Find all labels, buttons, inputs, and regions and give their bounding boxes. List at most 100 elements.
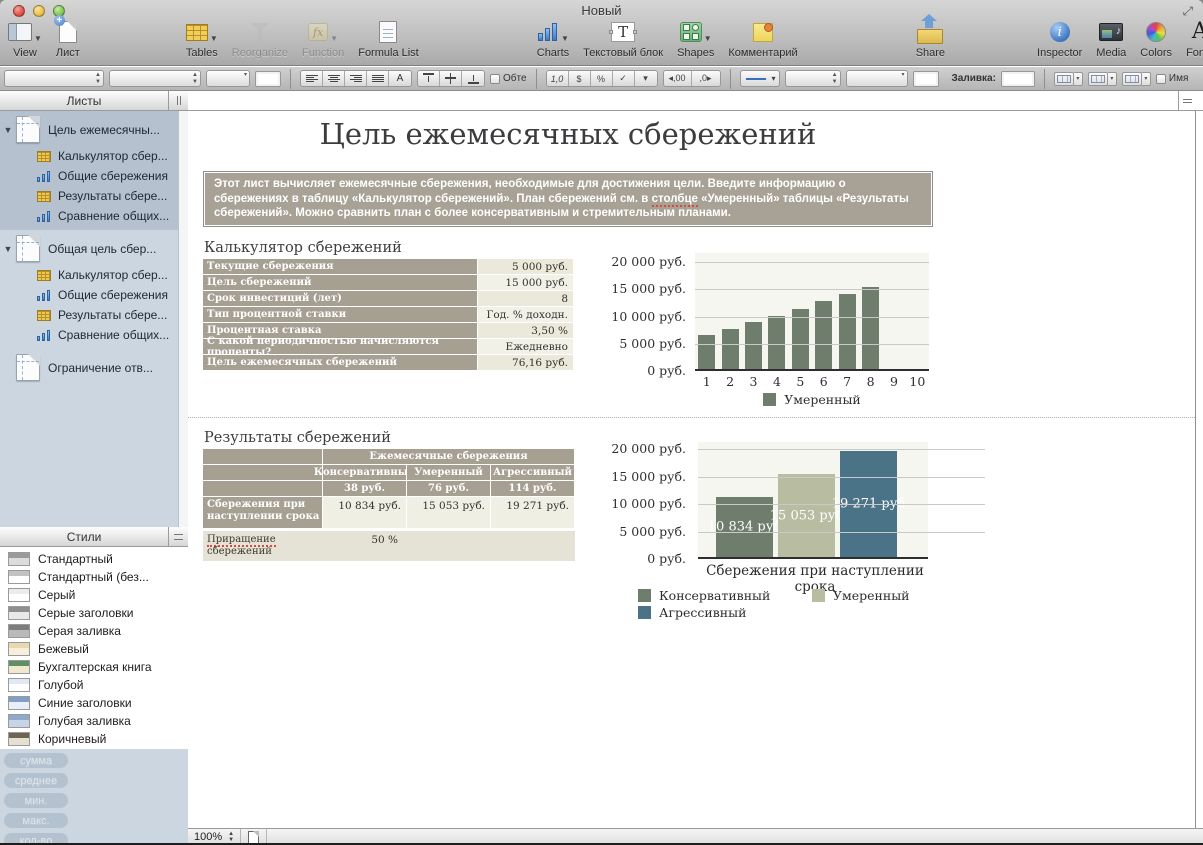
sheet-child-row[interactable]: Сравнение общих... bbox=[0, 206, 178, 226]
style-item[interactable]: Коричневый bbox=[0, 730, 188, 748]
tables-button[interactable]: ▼Tables bbox=[186, 18, 218, 59]
align-justify-icon[interactable] bbox=[367, 71, 389, 86]
align-left-icon[interactable] bbox=[301, 71, 323, 86]
row-header-cell[interactable]: Текущие сбережения bbox=[203, 259, 477, 274]
document-title[interactable]: Цель ежемесячных сбережений bbox=[203, 117, 933, 151]
sheet-child-row[interactable]: Результаты сбере... bbox=[0, 305, 178, 325]
valign-segment[interactable] bbox=[417, 70, 485, 87]
header-columns-icon[interactable] bbox=[1054, 72, 1074, 86]
number-format-segment[interactable]: 1,0$%✓▾ bbox=[546, 70, 658, 87]
value-cell[interactable]: Год. % доходн. bbox=[478, 307, 573, 322]
style-item[interactable]: Стандартный bbox=[0, 550, 188, 568]
bar[interactable] bbox=[862, 287, 879, 369]
bar[interactable] bbox=[792, 309, 809, 369]
sheet-canvas[interactable]: Цель ежемесячных сбережений Этот лист вы… bbox=[188, 111, 1203, 828]
calc-table[interactable]: Текущие сбережения5 000 руб.Цель сбереже… bbox=[203, 259, 573, 371]
maturity-value-cell[interactable]: 10 834 руб. bbox=[323, 497, 406, 528]
chevron-down-icon[interactable]: ▼ bbox=[34, 34, 42, 46]
bar[interactable] bbox=[698, 335, 715, 369]
table-row[interactable]: Тип процентной ставкиГод. % доходн. bbox=[203, 307, 573, 322]
zoom-stepper[interactable]: ▲▼ bbox=[228, 831, 234, 843]
chevron-down-icon[interactable]: ▼ bbox=[561, 34, 569, 46]
sheet-child-row[interactable]: Сравнение общих... bbox=[0, 325, 178, 345]
disclosure-triangle-icon[interactable]: ▼ bbox=[0, 125, 16, 135]
bar[interactable] bbox=[768, 316, 785, 369]
chevron-down-icon[interactable]: ▼ bbox=[210, 34, 218, 46]
header-rows-icon[interactable] bbox=[1088, 72, 1108, 86]
value-cell[interactable]: 3,50 % bbox=[478, 323, 573, 338]
wrap-checkbox[interactable]: Обте bbox=[490, 73, 527, 84]
results-table[interactable]: Ежемесячные сбереженияКонсервативныйУмер… bbox=[203, 449, 575, 561]
font-family-select[interactable]: ▲▼ bbox=[4, 70, 104, 87]
text-color-well[interactable] bbox=[255, 71, 281, 87]
title-bar[interactable]: Новый ⤢ bbox=[0, 0, 1203, 20]
fullscreen-icon[interactable]: ⤢ bbox=[1183, 4, 1194, 19]
sheet-child-row[interactable]: Общие сбережения bbox=[0, 285, 178, 305]
value-cell[interactable]: 8 bbox=[478, 291, 573, 306]
style-item[interactable]: Серая заливка bbox=[0, 622, 188, 640]
style-item[interactable]: Серый bbox=[0, 586, 188, 604]
sheet-row[interactable]: ▼Общая цель сбер... bbox=[0, 232, 178, 265]
sheet-child-row[interactable]: Калькулятор сбер... bbox=[0, 265, 178, 285]
valign-top-icon[interactable] bbox=[418, 71, 440, 86]
footer-rows-icon[interactable] bbox=[1122, 72, 1142, 86]
chevron-down-icon[interactable]: ▾ bbox=[1108, 72, 1117, 86]
formula-list-button[interactable]: Formula List bbox=[358, 18, 419, 59]
border-style-button[interactable] bbox=[740, 70, 780, 87]
лист-button[interactable]: Лист bbox=[56, 18, 80, 59]
description-text-box[interactable]: Этот лист вычисляет ежемесячные сбережен… bbox=[203, 171, 933, 227]
fonts-button[interactable]: AFonts bbox=[1186, 18, 1203, 59]
align-right-icon[interactable] bbox=[345, 71, 367, 86]
disclosure-triangle-icon[interactable]: ▼ bbox=[0, 244, 16, 254]
valign-middle-icon[interactable] bbox=[440, 71, 462, 86]
font-size-select[interactable]: ▾ bbox=[206, 70, 250, 87]
style-item[interactable]: Голубой bbox=[0, 676, 188, 694]
colors-button[interactable]: Colors bbox=[1140, 18, 1172, 59]
chevron-down-icon[interactable]: ▾ bbox=[1142, 72, 1151, 86]
value-cell[interactable]: Ежедневно bbox=[478, 339, 573, 354]
table-row[interactable]: Текущие сбережения5 000 руб. bbox=[203, 259, 573, 274]
align-segment[interactable]: A bbox=[300, 70, 412, 87]
row-header-cell[interactable]: Тип процентной ставки bbox=[203, 307, 477, 322]
header-rows-control[interactable]: ▾ bbox=[1088, 72, 1117, 86]
bar[interactable] bbox=[815, 301, 832, 369]
decimal-button[interactable]: ◂,00 bbox=[664, 71, 692, 86]
border-color-well[interactable] bbox=[913, 71, 939, 87]
table-row[interactable]: Сбережения при наступлении срока10 834 р… bbox=[203, 497, 575, 528]
maturity-value-cell[interactable]: 19 271 руб. bbox=[491, 497, 574, 528]
border-line-select[interactable]: ▾ bbox=[846, 70, 908, 87]
growth-row[interactable]: Приращениесбережений50 % bbox=[203, 531, 575, 561]
bar[interactable] bbox=[839, 294, 856, 369]
name-checkbox[interactable]: Имя bbox=[1156, 73, 1188, 84]
комментарий-button[interactable]: Комментарий bbox=[728, 18, 797, 59]
formula-bar-handle[interactable] bbox=[1178, 91, 1196, 111]
decimal-button[interactable]: ,0▸ bbox=[692, 71, 720, 86]
style-item[interactable]: Серые заголовки bbox=[0, 604, 188, 622]
inspector-button[interactable]: iInspector bbox=[1037, 18, 1082, 59]
calc-table-title[interactable]: Калькулятор сбережений bbox=[204, 240, 402, 256]
number-format-button[interactable]: $ bbox=[569, 71, 591, 86]
bar[interactable] bbox=[745, 322, 762, 369]
chevron-down-icon[interactable]: ▼ bbox=[330, 34, 338, 46]
value-cell[interactable]: 76,16 руб. bbox=[478, 355, 573, 370]
table-row[interactable]: КонсервативныйУмеренныйАгрессивный bbox=[203, 465, 575, 480]
bar[interactable] bbox=[722, 329, 739, 369]
row-header-cell[interactable]: Срок инвестиций (лет) bbox=[203, 291, 477, 306]
sheet-row[interactable]: ▼Цель ежемесячны... bbox=[0, 113, 178, 146]
table-row[interactable]: Цель ежемесячных сбережений76,16 руб. bbox=[203, 355, 573, 370]
monthly-value-cell[interactable]: 38 руб. bbox=[323, 481, 406, 496]
number-format-button[interactable]: % bbox=[591, 71, 613, 86]
table-row[interactable]: 38 руб.76 руб.114 руб. bbox=[203, 481, 575, 496]
sheet-child-row[interactable]: Калькулятор сбер... bbox=[0, 146, 178, 166]
текстовый-блок-button[interactable]: TТекстовый блок bbox=[583, 18, 663, 59]
style-item[interactable]: Бежевый bbox=[0, 640, 188, 658]
panel-resize-handle[interactable] bbox=[168, 527, 188, 546]
view-button[interactable]: ▼View bbox=[8, 18, 42, 59]
border-width-select[interactable]: ▲▼ bbox=[785, 70, 841, 87]
chevron-down-icon[interactable]: ▼ bbox=[704, 34, 712, 46]
bar[interactable]: 10 834 руб bbox=[716, 497, 773, 557]
number-format-button[interactable]: ✓ bbox=[613, 71, 635, 86]
row-header-cell[interactable]: С какой периодичностью начисляются проце… bbox=[203, 339, 477, 354]
media-button[interactable]: Media bbox=[1096, 18, 1126, 59]
monthly-value-cell[interactable]: 76 руб. bbox=[407, 481, 490, 496]
